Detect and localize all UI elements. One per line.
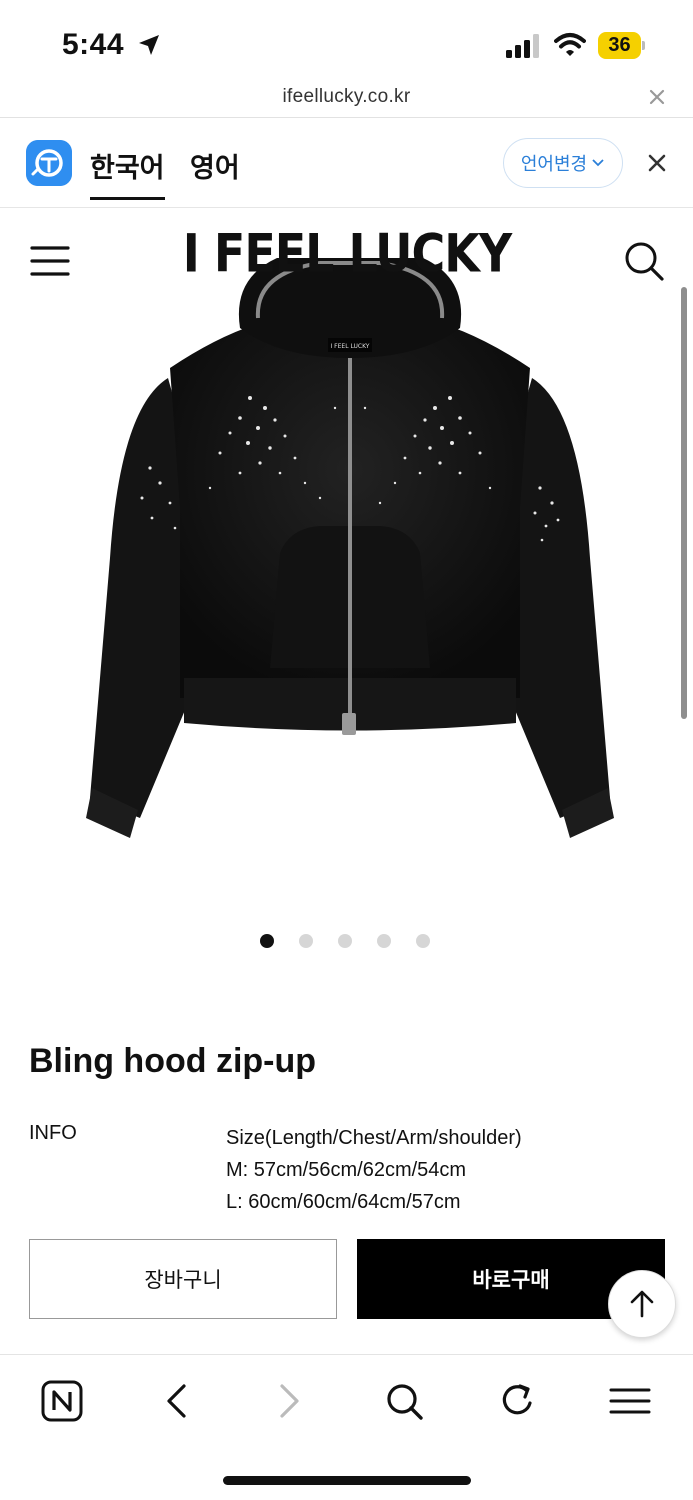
address-bar[interactable]: ifeellucky.co.kr <box>0 80 693 118</box>
status-bar: 5:44 36 <box>0 0 693 84</box>
back-button[interactable] <box>154 1379 198 1423</box>
naver-home-button[interactable] <box>40 1379 84 1423</box>
url-text[interactable]: ifeellucky.co.kr <box>0 86 693 108</box>
buy-label: 바로구매 <box>472 1269 550 1292</box>
info-line: M: 57cm/56cm/62cm/54cm <box>226 1159 467 1181</box>
brand-logo[interactable]: I FEEL LUCKY <box>180 222 514 284</box>
menu-button[interactable] <box>608 1379 652 1423</box>
menu-icon <box>609 1388 651 1414</box>
hamburger-menu-icon[interactable] <box>30 244 70 278</box>
info-details: Size(Length/Chest/Arm/shoulder) M: 57cm/… <box>226 1122 522 1218</box>
gallery-dot[interactable] <box>338 934 352 948</box>
naver-home-icon <box>41 1380 83 1422</box>
back-arrow-icon <box>167 1384 186 1418</box>
scroll-to-top-button[interactable] <box>608 1270 676 1338</box>
battery-icon: 36 <box>598 32 646 59</box>
garment-tag: I FEEL LUCKY <box>331 343 370 350</box>
search-icon <box>387 1384 423 1420</box>
battery-cap <box>642 41 645 50</box>
black-hoodie-image[interactable]: I FEEL LUCKY <box>80 258 620 858</box>
translate-logo-icon <box>26 140 72 186</box>
gallery-dot[interactable] <box>377 934 391 948</box>
refresh-button[interactable] <box>496 1379 540 1423</box>
change-language-label: 언어변경 <box>520 154 588 174</box>
battery-level: 36 <box>598 32 641 59</box>
product-title: Bling hood zip-up <box>29 1042 317 1080</box>
page-scrollbar[interactable] <box>681 287 687 719</box>
cellular-signal-icon <box>506 34 539 58</box>
info-label: INFO <box>29 1122 77 1144</box>
gallery-dot[interactable] <box>416 934 430 948</box>
status-time: 5:44 <box>62 28 125 61</box>
wifi-icon <box>554 33 586 56</box>
gallery-dot[interactable] <box>299 934 313 948</box>
forward-button[interactable] <box>268 1379 312 1423</box>
location-arrow-icon <box>139 35 159 55</box>
info-line: L: 60cm/60cm/64cm/57cm <box>226 1191 461 1213</box>
translate-bar: 한국어 영어 언어변경 <box>0 118 693 208</box>
search-button[interactable] <box>382 1379 426 1423</box>
browser-toolbar <box>0 1354 693 1444</box>
language-tab-english[interactable]: 영어 <box>190 146 240 185</box>
gallery-pagination <box>260 934 430 948</box>
info-line: Size(Length/Chest/Arm/shoulder) <box>226 1127 522 1149</box>
close-icon[interactable] <box>646 152 668 174</box>
close-icon[interactable] <box>646 86 668 108</box>
forward-arrow-icon <box>280 1384 299 1418</box>
cart-label: 장바구니 <box>144 1269 222 1292</box>
language-tab-korean[interactable]: 한국어 <box>90 146 165 200</box>
home-indicator[interactable] <box>223 1476 471 1485</box>
add-to-cart-button[interactable]: 장바구니 <box>29 1239 337 1319</box>
gallery-dot[interactable] <box>260 934 274 948</box>
search-icon[interactable] <box>623 240 665 282</box>
arrow-up-icon <box>630 1290 654 1318</box>
chevron-down-icon <box>592 159 604 167</box>
refresh-icon <box>502 1384 532 1415</box>
change-language-button[interactable]: 언어변경 <box>503 138 623 188</box>
